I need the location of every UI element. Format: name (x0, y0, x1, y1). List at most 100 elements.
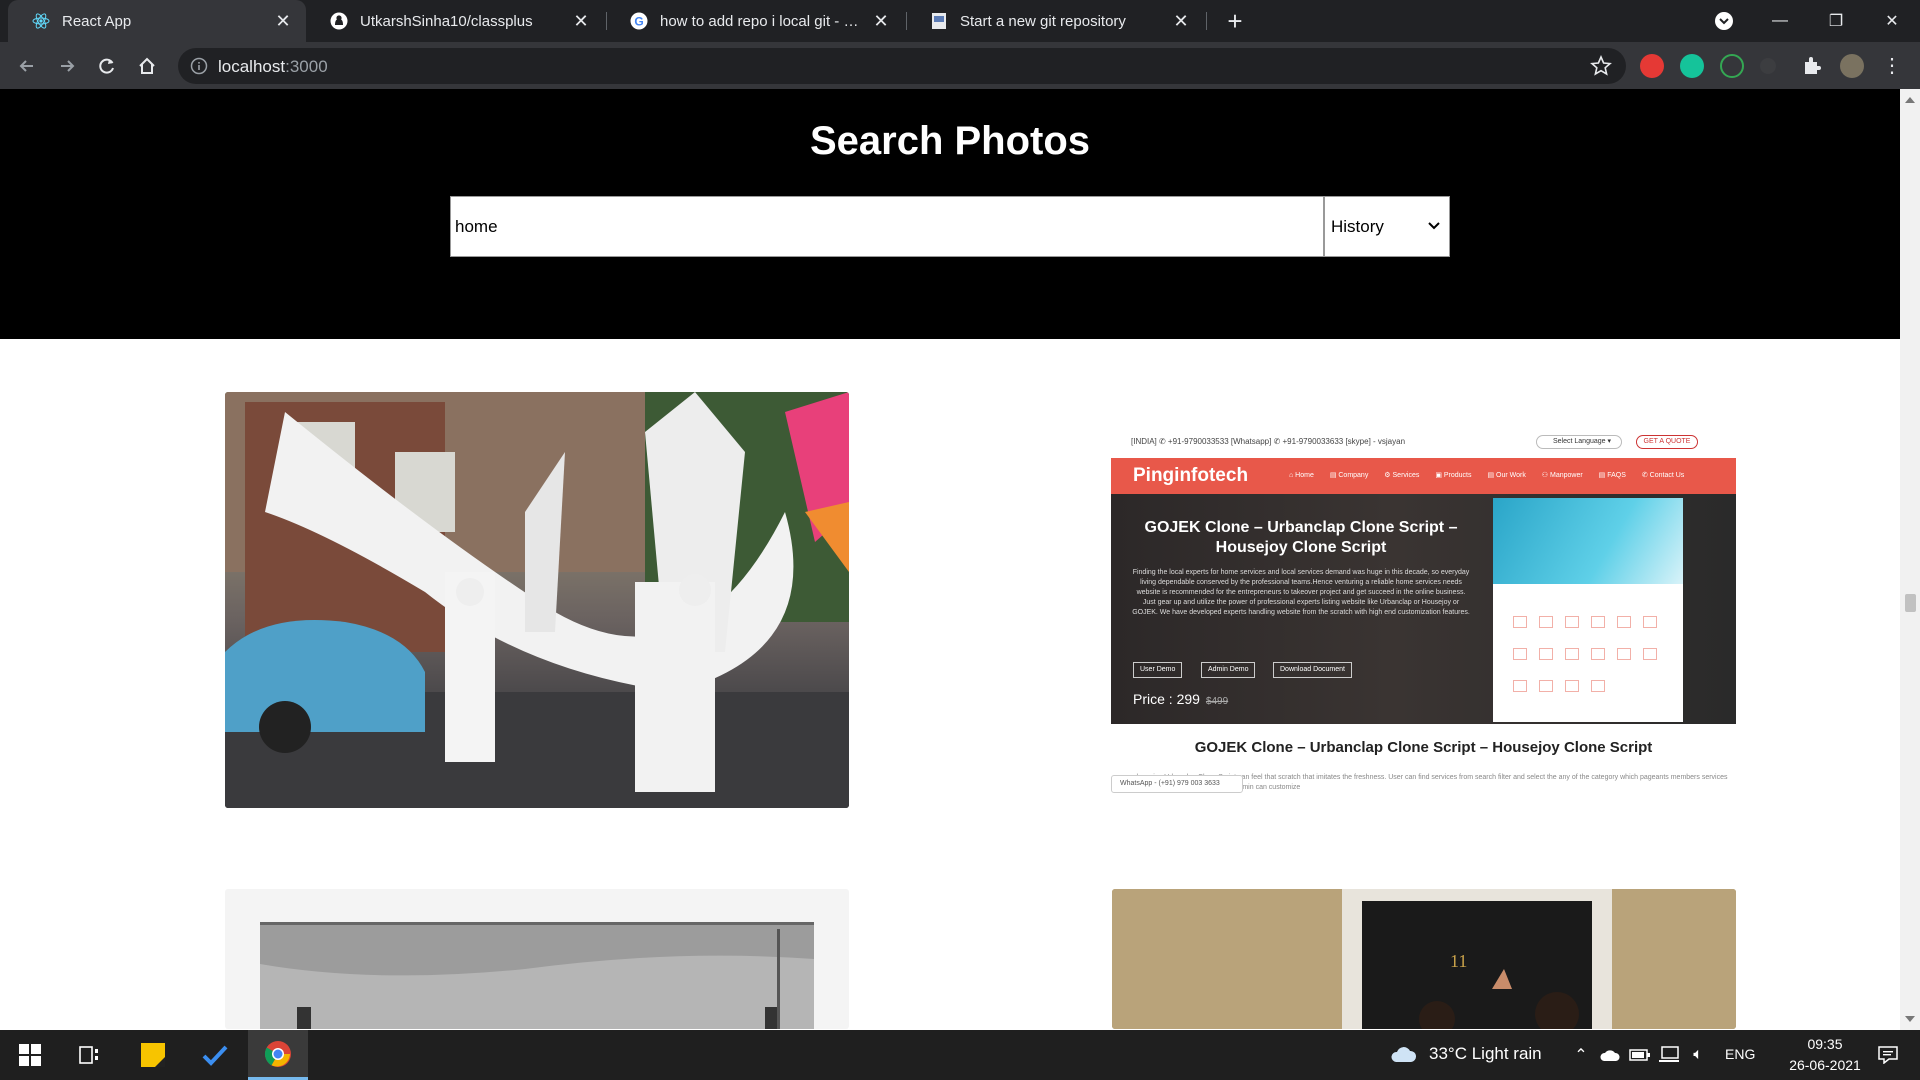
get-quote-button: GET A QUOTE (1636, 435, 1698, 449)
photo-card[interactable] (225, 392, 849, 808)
photo-card[interactable] (225, 889, 849, 1029)
site-app-preview (1493, 498, 1683, 722)
weather-icon[interactable] (1388, 1030, 1418, 1080)
back-button[interactable] (11, 50, 43, 82)
restore-button[interactable]: ❐ (1808, 0, 1864, 42)
price-label: Price : 299 $499 (1133, 691, 1229, 707)
close-icon[interactable]: ✕ (272, 10, 294, 32)
sticky-notes-icon (141, 1043, 165, 1067)
scroll-up-arrow[interactable] (1905, 97, 1915, 103)
chevron-up-icon[interactable]: ⌃ (1570, 1030, 1592, 1080)
photo-image: 11 (1112, 889, 1736, 1029)
reload-icon (99, 58, 114, 74)
network-icon[interactable] (1657, 1030, 1681, 1080)
start-button[interactable] (6, 1030, 54, 1080)
site-menu-item: ⌂ Home (1289, 472, 1314, 479)
scroll-down-arrow[interactable] (1905, 1016, 1915, 1022)
user-demo-button: User Demo (1133, 662, 1183, 678)
info-icon[interactable] (190, 57, 208, 75)
banner-headline: GOJEK Clone – Urbanclap Clone Script – H… (1144, 519, 1458, 556)
site-menu-item: ▤ Company (1329, 472, 1369, 479)
grammarly-icon[interactable] (1680, 54, 1704, 78)
select-language-button: Select Language ▾ (1536, 435, 1622, 449)
search-input[interactable] (450, 196, 1324, 257)
home-icon (139, 57, 155, 74)
page-icon (930, 12, 948, 30)
photo-image (225, 392, 849, 808)
site-brand: Pinginfotech (1133, 465, 1249, 486)
photo-card[interactable]: 11 (1112, 889, 1736, 1029)
forward-button[interactable] (51, 50, 83, 82)
svg-text:11: 11 (1450, 951, 1467, 971)
tab-title: how to add repo i local git - Goo (660, 12, 862, 30)
battery-icon[interactable] (1628, 1030, 1652, 1080)
address-bar[interactable]: localhost:3000 (178, 48, 1626, 84)
arrow-left-icon (19, 60, 33, 72)
arrow-right-icon (61, 60, 75, 72)
site-menu-item: ▣ Products (1435, 472, 1472, 479)
close-icon[interactable]: ✕ (1170, 10, 1192, 32)
clock-date[interactable]: 26-06-2021 (1770, 1057, 1880, 1073)
notifications-icon[interactable] (1868, 1030, 1908, 1080)
site-menu: ⌂ Home ▤ Company ⚙ Services ▣ Products ▤… (1289, 471, 1698, 479)
svg-text:G: G (634, 15, 643, 29)
page-scrollbar[interactable] (1900, 89, 1920, 1030)
browser-tab-strip: React App ✕ UtkarshSinha10/classplus ✕ G… (0, 0, 1920, 42)
todo-button[interactable] (191, 1030, 239, 1080)
broadcast-icon[interactable] (1760, 58, 1776, 74)
language-indicator[interactable]: ENG (1725, 1046, 1755, 1062)
site-banner: GOJEK Clone – Urbanclap Clone Script – H… (1111, 494, 1736, 724)
site-menu-item: ▤ FAQS (1598, 472, 1626, 479)
windows-icon (19, 1044, 41, 1066)
site-menu-item: ⚇ Manpower (1541, 472, 1583, 479)
site-topline: [INDIA] ✆ +91-9790033533 [Whatsapp] ✆ +9… (1131, 437, 1406, 446)
close-window-button[interactable]: ✕ (1864, 0, 1920, 42)
menu-icon[interactable]: ⋮ (1880, 54, 1904, 78)
chevron-down-icon (1715, 12, 1733, 30)
site-navbar: Pinginfotech ⌂ Home ▤ Company ⚙ Services… (1111, 458, 1736, 494)
chrome-icon (264, 1040, 291, 1067)
site-menu-item: ✆ Contact Us (1641, 472, 1685, 479)
chrome-taskbar-button[interactable] (248, 1030, 308, 1080)
close-icon[interactable]: ✕ (570, 10, 592, 32)
photo-card[interactable]: [INDIA] ✆ +91-9790033533 [Whatsapp] ✆ +9… (1111, 433, 1736, 808)
new-tab-button[interactable]: + (1222, 8, 1248, 34)
minimize-button[interactable]: — (1752, 0, 1808, 42)
admin-demo-button: Admin Demo (1201, 662, 1256, 678)
task-view-button[interactable] (66, 1030, 114, 1080)
site-menu-item: ▤ Our Work (1487, 472, 1526, 479)
tab-google-search[interactable]: G how to add repo i local git - Goo ✕ (606, 0, 904, 42)
search-header: Search Photos History (0, 89, 1900, 339)
url-text: localhost:3000 (218, 57, 328, 76)
browser-toolbar: localhost:3000 ⋮ (0, 42, 1920, 89)
google-icon: G (630, 12, 648, 30)
reload-button[interactable] (91, 50, 123, 82)
site-menu-item: ⚙ Services (1384, 472, 1420, 479)
tab-new-git-repo[interactable]: Start a new git repository ✕ (906, 0, 1204, 42)
volume-icon[interactable]: 🔈︎ (1686, 1030, 1710, 1080)
tab-react-app[interactable]: React App ✕ (8, 0, 306, 42)
checkmark-icon (202, 1045, 228, 1066)
extension-red-icon[interactable] (1640, 54, 1664, 78)
home-button[interactable] (131, 50, 163, 82)
task-view-icon (79, 1046, 98, 1064)
avatar[interactable] (1840, 54, 1864, 78)
chevron-down-icon (1428, 222, 1440, 230)
history-select[interactable]: History (1324, 196, 1450, 257)
page-content: Search Photos History (0, 89, 1900, 1030)
tab-search-button[interactable] (1696, 0, 1752, 42)
close-icon[interactable]: ✕ (870, 10, 892, 32)
weather-text[interactable]: 33°C Light rain (1429, 1044, 1542, 1064)
tab-github[interactable]: UtkarshSinha10/classplus ✕ (306, 0, 604, 42)
history-select-value: History (1331, 216, 1384, 236)
github-icon (330, 12, 348, 30)
clock-time[interactable]: 09:35 (1790, 1036, 1860, 1052)
star-icon[interactable] (1590, 55, 1612, 77)
banner-body: Finding the local experts for home servi… (1132, 569, 1470, 616)
sticky-notes-button[interactable] (129, 1030, 177, 1080)
tab-title: React App (62, 12, 132, 30)
puzzle-icon[interactable] (1800, 54, 1824, 78)
check-icon[interactable] (1720, 54, 1744, 78)
scroll-thumb[interactable] (1905, 594, 1916, 612)
cloud-icon[interactable] (1598, 1030, 1622, 1080)
